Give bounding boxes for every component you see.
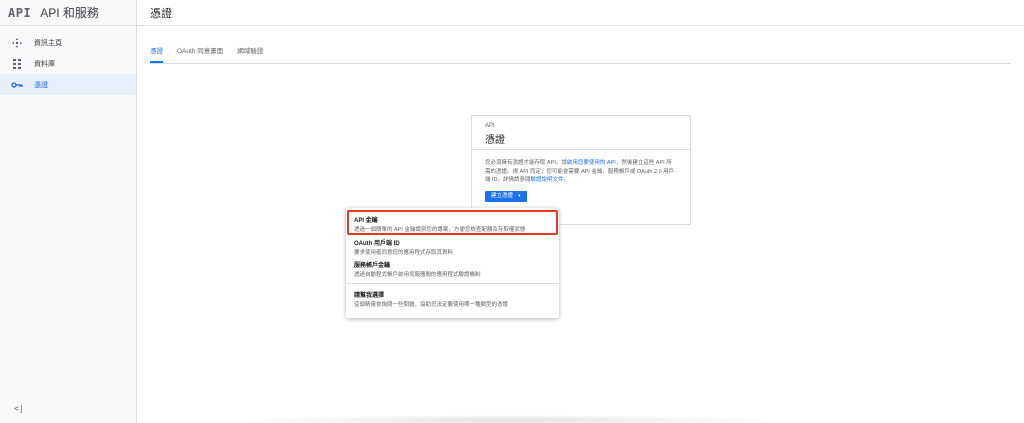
tab-credentials[interactable]: 憑證 <box>150 45 163 63</box>
auth-docs-link[interactable]: 驗證說明文件 <box>531 177 564 183</box>
card-body: 您必須擁有憑證才能存取 API。請啟用您要使用的 API，然後建立這些 API … <box>472 150 690 211</box>
menu-item-title: API 金鑰 <box>354 218 378 224</box>
collapse-sidebar-icon[interactable]: <| <box>14 404 24 413</box>
bottom-shadow <box>233 415 783 423</box>
sidebar-item-library[interactable]: 資料庫 <box>0 53 136 74</box>
sidebar-item-label: 憑證 <box>34 81 48 89</box>
sidebar-item-dashboard[interactable]: 資訊主頁 <box>0 32 136 53</box>
sidebar-item-label: 資料庫 <box>34 60 55 68</box>
menu-item-api-key[interactable]: API 金鑰 透過一個簡單的 API 金鑰識別您的專案，方便您檢查配額及存取權狀… <box>346 208 559 235</box>
key-icon <box>11 79 23 91</box>
menu-item-title: OAuth 用戶端 ID <box>354 241 400 247</box>
card-overline: API <box>485 123 495 129</box>
create-credentials-menu: API 金鑰 透過一個簡單的 API 金鑰識別您的專案，方便您檢查配額及存取權狀… <box>346 208 559 318</box>
sidebar: API API 和服務 資訊主頁 資料庫 憑證 <| <box>0 0 137 423</box>
menu-item-service-account-key[interactable]: 服務帳戶金鑰 透過自動程式帳戶啟用伺服器間的應用程式驗證機制 <box>346 257 559 283</box>
chevron-down-icon: ▾ <box>518 192 521 199</box>
card-text: 您必須擁有憑證才能存取 API。請 <box>485 160 567 166</box>
sidebar-item-label: 資訊主頁 <box>34 39 62 47</box>
page-header: 憑證 <box>137 0 1024 26</box>
create-credentials-button[interactable]: 建立憑證 ▾ <box>485 190 527 202</box>
card-text: 。 <box>563 177 570 183</box>
tab-oauth-consent[interactable]: OAuth 同意畫面 <box>177 45 223 63</box>
menu-item-oauth-client-id[interactable]: OAuth 用戶端 ID 要求使用者同意您的應用程式存取其資料 <box>346 235 559 257</box>
menu-item-desc: 要求使用者同意您的應用程式存取其資料 <box>354 250 454 256</box>
menu-item-title: 請幫我選擇 <box>354 293 385 299</box>
menu-item-help-me-choose[interactable]: 請幫我選擇 這個精靈會詢問一些問題，協助您決定要使用哪一種類型的憑證 <box>346 284 559 312</box>
card-header: API 憑證 <box>472 116 690 150</box>
menu-item-desc: 透過一個簡單的 API 金鑰識別您的專案，方便您檢查配額及存取權狀態 <box>354 227 526 233</box>
api-logo: API <box>8 5 32 20</box>
create-credentials-label: 建立憑證 <box>491 192 514 199</box>
menu-item-desc: 這個精靈會詢問一些問題，協助您決定要使用哪一種類型的憑證 <box>354 302 509 308</box>
menu-item-desc: 透過自動程式帳戶啟用伺服器間的應用程式驗證機制 <box>354 272 481 278</box>
tab-domain-verification[interactable]: 網域驗證 <box>237 45 263 63</box>
app-brand: API API 和服務 <box>0 0 136 26</box>
sidebar-item-credentials[interactable]: 憑證 <box>0 74 136 95</box>
menu-item-title: 服務帳戶金鑰 <box>354 263 391 269</box>
main-content: 憑證 憑證 OAuth 同意畫面 網域驗證 API 憑證 您必須擁有憑證才能存取… <box>137 0 1024 423</box>
dashboard-icon <box>11 37 23 49</box>
card-title: 憑證 <box>485 135 505 146</box>
sidebar-nav: 資訊主頁 資料庫 憑證 <box>0 32 136 95</box>
library-icon <box>11 58 23 70</box>
enable-api-link[interactable]: 啟用您要使用的 API <box>567 160 616 166</box>
page-title: 憑證 <box>150 7 172 20</box>
app-title: API 和服務 <box>40 6 99 20</box>
tab-bar: 憑證 OAuth 同意畫面 網域驗證 <box>150 38 1011 64</box>
